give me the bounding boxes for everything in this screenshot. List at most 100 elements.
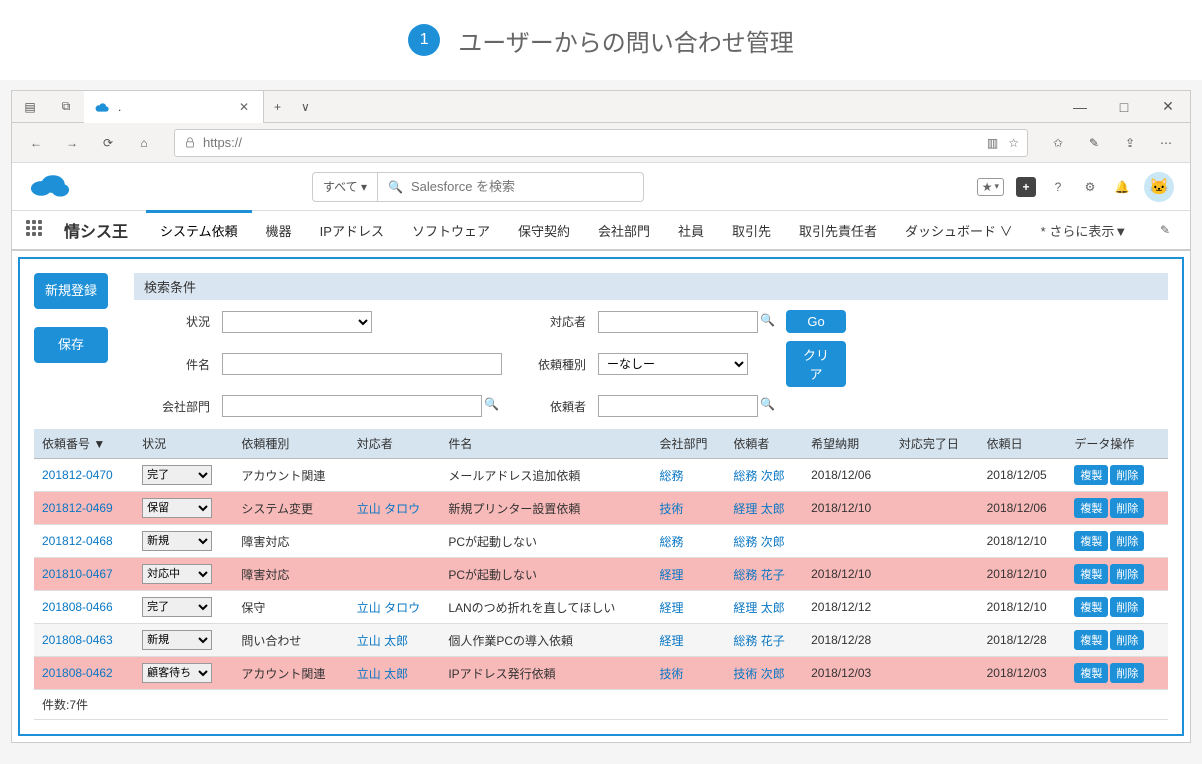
col-header[interactable]: 件名	[440, 429, 651, 459]
nav-tab-9[interactable]: ダッシュボード ∨	[891, 210, 1027, 250]
nav-home[interactable]: ⌂	[126, 123, 162, 163]
nav-tab-1[interactable]: 機器	[252, 210, 306, 250]
dept-link[interactable]: 技術	[660, 502, 684, 516]
copy-button[interactable]: 複製	[1074, 597, 1108, 617]
nav-tab-2[interactable]: IPアドレス	[306, 210, 398, 250]
col-header[interactable]: データ操作	[1066, 429, 1168, 459]
lookup-icon[interactable]: 🔍	[760, 313, 778, 331]
dept-link[interactable]: 経理	[660, 601, 684, 615]
settings-more-icon[interactable]: ⋯	[1148, 123, 1184, 163]
request-id-link[interactable]: 201812-0468	[42, 534, 113, 548]
copy-button[interactable]: 複製	[1074, 630, 1108, 650]
delete-button[interactable]: 削除	[1110, 531, 1144, 551]
dept-link[interactable]: 技術	[660, 667, 684, 681]
assignee-link[interactable]: 立山 太郎	[357, 667, 408, 681]
dept-link[interactable]: 経理	[660, 634, 684, 648]
copy-button[interactable]: 複製	[1074, 531, 1108, 551]
new-tab-button[interactable]: +	[264, 100, 291, 114]
status-select[interactable]: 新規対応中保留完了顧客待ち	[142, 465, 212, 485]
filter-subject-input[interactable]	[222, 353, 502, 375]
requester-link[interactable]: 総務 花子	[733, 634, 784, 648]
nav-tab-4[interactable]: 保守契約	[504, 210, 584, 250]
nav-tab-7[interactable]: 取引先	[718, 210, 785, 250]
new-record-button[interactable]: 新規登録	[34, 273, 108, 309]
request-id-link[interactable]: 201808-0463	[42, 633, 113, 647]
help-icon[interactable]: ?	[1048, 177, 1068, 197]
request-id-link[interactable]: 201812-0469	[42, 501, 113, 515]
request-id-link[interactable]: 201810-0467	[42, 567, 113, 581]
tab-close-icon[interactable]: ✕	[235, 100, 253, 114]
share-icon[interactable]: ⇪	[1112, 123, 1148, 163]
filter-dept-input[interactable]	[222, 395, 482, 417]
assignee-link[interactable]: 立山 タロウ	[357, 601, 420, 615]
dept-link[interactable]: 経理	[660, 568, 684, 582]
request-id-link[interactable]: 201808-0462	[42, 666, 113, 680]
search-scope-dropdown[interactable]: すべて ▾	[312, 172, 378, 202]
dept-link[interactable]: 総務	[660, 535, 684, 549]
col-header[interactable]: 依頼者	[725, 429, 803, 459]
col-header[interactable]: 状況	[134, 429, 233, 459]
col-header[interactable]: 会社部門	[652, 429, 726, 459]
save-button[interactable]: 保存	[34, 327, 108, 363]
go-button[interactable]: Go	[786, 310, 846, 333]
delete-button[interactable]: 削除	[1110, 465, 1144, 485]
delete-button[interactable]: 削除	[1110, 498, 1144, 518]
col-header[interactable]: 対応者	[349, 429, 441, 459]
nav-tab-3[interactable]: ソフトウェア	[398, 210, 504, 250]
nav-back[interactable]: ←	[18, 123, 54, 163]
search-input[interactable]	[411, 179, 633, 194]
filter-assignee-input[interactable]	[598, 311, 758, 333]
favorites-bar-icon[interactable]: ✩	[1040, 123, 1076, 163]
window-maximize[interactable]: □	[1102, 91, 1146, 123]
nav-tab-6[interactable]: 社員	[664, 210, 718, 250]
status-select[interactable]: 新規対応中保留完了顧客待ち	[142, 663, 212, 683]
col-header[interactable]: 希望納期	[803, 429, 891, 459]
filter-requester-input[interactable]	[598, 395, 758, 417]
lookup-icon[interactable]: 🔍	[760, 397, 778, 415]
requester-link[interactable]: 経理 太郎	[733, 502, 784, 516]
request-id-link[interactable]: 201812-0470	[42, 468, 113, 482]
requester-link[interactable]: 総務 花子	[733, 568, 784, 582]
nav-tab-0[interactable]: システム依頼	[146, 210, 252, 250]
url-input[interactable]: https:// ▥ ☆	[174, 129, 1028, 157]
col-header[interactable]: 依頼番号 ▼	[34, 429, 134, 459]
window-close[interactable]: ✕	[1146, 91, 1190, 123]
browser-sidebar-icon[interactable]: ▤	[12, 91, 48, 123]
lookup-icon[interactable]: 🔍	[484, 397, 502, 415]
assignee-link[interactable]: 立山 太郎	[357, 634, 408, 648]
global-search[interactable]: 🔍	[378, 172, 644, 202]
delete-button[interactable]: 削除	[1110, 597, 1144, 617]
assignee-link[interactable]: 立山 タロウ	[357, 502, 420, 516]
nav-edit-icon[interactable]: ✎	[1154, 223, 1176, 237]
delete-button[interactable]: 削除	[1110, 663, 1144, 683]
nav-more[interactable]: * さらに表示▼	[1027, 210, 1142, 250]
col-header[interactable]: 依頼日	[979, 429, 1067, 459]
dept-link[interactable]: 総務	[660, 469, 684, 483]
nav-forward[interactable]: →	[54, 123, 90, 163]
reading-view-icon[interactable]: ▥	[987, 136, 998, 150]
clear-button[interactable]: クリア	[786, 341, 846, 387]
filter-status-select[interactable]	[222, 311, 372, 333]
copy-button[interactable]: 複製	[1074, 564, 1108, 584]
filter-kind-select[interactable]: ーなしー	[598, 353, 748, 375]
browser-tabs-icon[interactable]: ⧉	[48, 91, 84, 123]
notifications-bell-icon[interactable]: 🔔	[1112, 177, 1132, 197]
tabs-dropdown[interactable]: ∨	[291, 100, 320, 114]
requester-link[interactable]: 経理 太郎	[733, 601, 784, 615]
copy-button[interactable]: 複製	[1074, 663, 1108, 683]
copy-button[interactable]: 複製	[1074, 465, 1108, 485]
status-select[interactable]: 新規対応中保留完了顧客待ち	[142, 498, 212, 518]
requester-link[interactable]: 総務 次郎	[733, 469, 784, 483]
status-select[interactable]: 新規対応中保留完了顧客待ち	[142, 531, 212, 551]
app-launcher-icon[interactable]	[26, 220, 46, 240]
window-minimize[interactable]: —	[1058, 91, 1102, 123]
status-select[interactable]: 新規対応中保留完了顧客待ち	[142, 597, 212, 617]
nav-tab-8[interactable]: 取引先責任者	[785, 210, 891, 250]
nav-refresh[interactable]: ⟳	[90, 123, 126, 163]
browser-tab[interactable]: . ✕	[84, 91, 264, 123]
status-select[interactable]: 新規対応中保留完了顧客待ち	[142, 564, 212, 584]
nav-tab-5[interactable]: 会社部門	[584, 210, 664, 250]
col-header[interactable]: 依頼種別	[233, 429, 348, 459]
col-header[interactable]: 対応完了日	[891, 429, 979, 459]
favorites-button[interactable]: ★▾	[977, 178, 1004, 196]
